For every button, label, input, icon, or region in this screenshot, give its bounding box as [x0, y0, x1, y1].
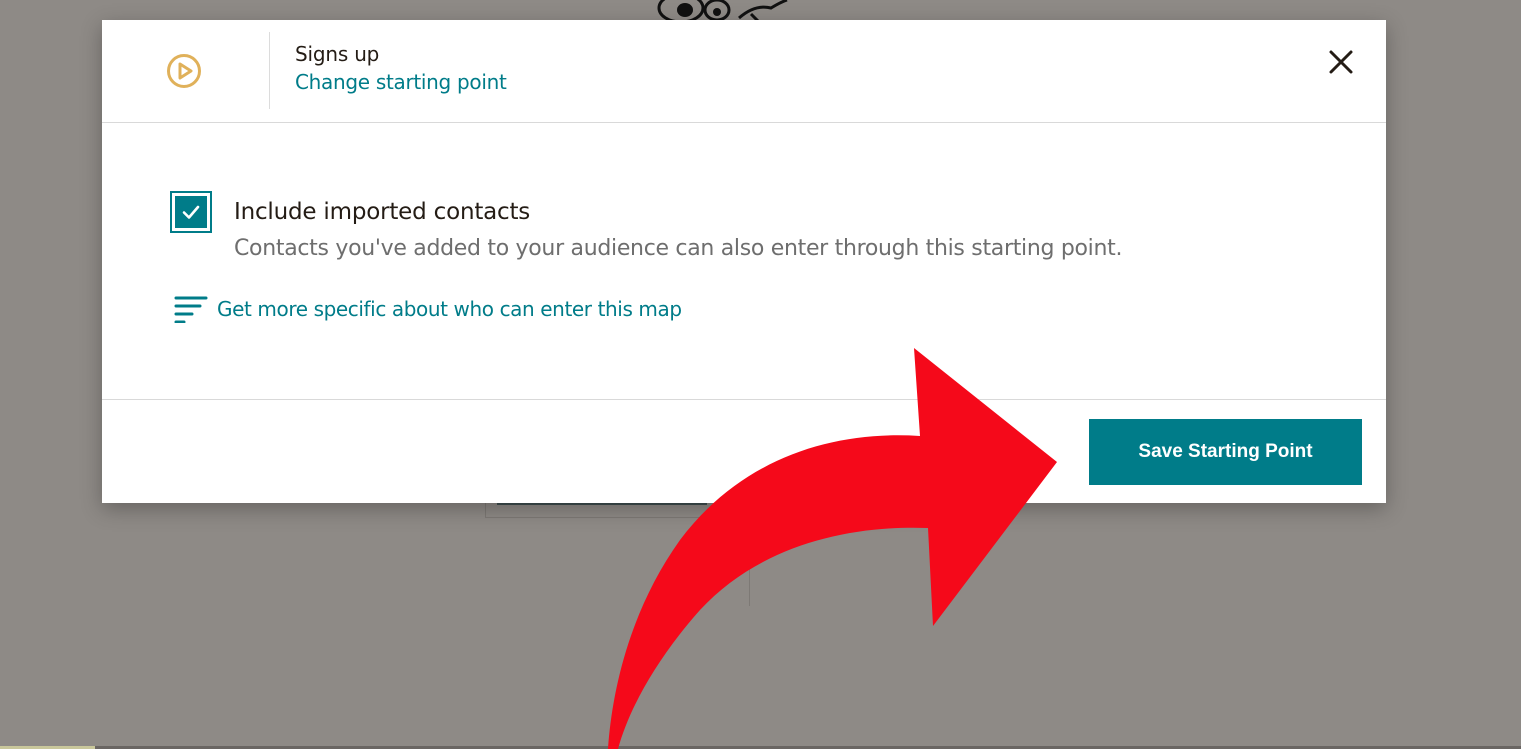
- modal-body: Include imported contacts Contacts you'v…: [102, 123, 1386, 399]
- include-imported-contacts-label: Include imported contacts: [234, 199, 531, 225]
- background-illustration: [657, 0, 788, 22]
- include-imported-contacts-description: Contacts you've added to your audience c…: [234, 236, 1123, 261]
- filter-lines-icon: [174, 296, 208, 323]
- screen: Signs up Change starting point Include i…: [0, 0, 1521, 749]
- change-starting-point-link[interactable]: Change starting point: [295, 70, 507, 94]
- checkbox-fill: [175, 196, 207, 228]
- close-icon[interactable]: [1326, 47, 1356, 77]
- filter-entry-link[interactable]: Get more specific about who can enter th…: [174, 295, 682, 323]
- play-circle-icon: [167, 54, 201, 88]
- starting-point-title: Signs up: [295, 42, 380, 66]
- background-connector: [749, 518, 750, 606]
- modal-header: Signs up Change starting point: [102, 20, 1386, 123]
- header-divider: [269, 32, 270, 109]
- save-starting-point-button[interactable]: Save Starting Point: [1089, 419, 1362, 485]
- starting-point-modal: Signs up Change starting point Include i…: [102, 20, 1386, 503]
- include-imported-contacts-checkbox[interactable]: [170, 191, 212, 233]
- check-icon: [182, 205, 200, 219]
- modal-footer: Save Starting Point: [102, 399, 1386, 504]
- filter-entry-link-text: Get more specific about who can enter th…: [217, 297, 682, 321]
